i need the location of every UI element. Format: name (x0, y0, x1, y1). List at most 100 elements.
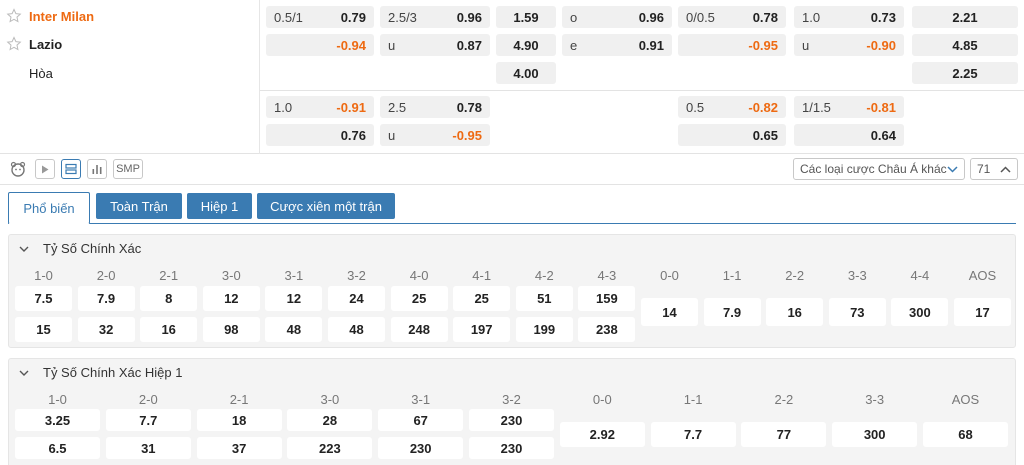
h1-handicap-away-cell[interactable]: -0.95 (678, 34, 786, 56)
tab-popular[interactable]: Phổ biến (8, 192, 90, 224)
1x2-home-cell[interactable]: 1.59 (496, 6, 556, 28)
over-under-under-cell[interactable]: u 0.87 (380, 34, 490, 56)
score-odds-cell[interactable]: 7.9 (77, 286, 135, 311)
star-icon[interactable] (6, 8, 22, 24)
score-odds-cell[interactable]: 14 (641, 298, 698, 326)
h1-under-cell[interactable]: u -0.90 (794, 34, 904, 56)
handicap-line: 0.5 (686, 99, 705, 115)
score-odds-cell[interactable]: 159 (578, 286, 636, 311)
odds-value: -0.81 (866, 99, 896, 115)
smp-button[interactable]: SMP (113, 159, 143, 179)
score-odds-cell[interactable]: 300 (891, 298, 949, 326)
score-odds-cell[interactable]: 48 (265, 317, 323, 342)
score-odds-cell[interactable]: 238 (578, 317, 636, 342)
chevron-down-icon (19, 246, 29, 252)
score-odds-cell[interactable]: 7.5 (15, 286, 72, 311)
alt-h1-handicap-home-cell[interactable]: 0.5 -0.82 (678, 96, 786, 118)
h1-handicap-home-cell[interactable]: 0/0.5 0.78 (678, 6, 786, 28)
home-team-name[interactable]: Inter Milan (29, 9, 94, 24)
score-odds-cell[interactable]: 7.7 (105, 409, 191, 431)
score-odds-cell[interactable]: 230 (378, 437, 464, 459)
score-odds-cell[interactable]: 7.7 (650, 422, 736, 447)
alt-h1-handicap-away-cell[interactable]: 0.65 (678, 124, 786, 146)
play-button[interactable] (35, 159, 55, 179)
stats-button[interactable] (87, 159, 107, 179)
star-icon[interactable] (6, 36, 22, 52)
odds-value: -0.91 (336, 99, 366, 115)
alt-h1-over-cell[interactable]: 1/1.5 -0.81 (794, 96, 904, 118)
list-view-button[interactable] (61, 159, 81, 179)
tab-full-match[interactable]: Toàn Trận (96, 193, 182, 219)
odd-even-odd-cell[interactable]: o 0.96 (562, 6, 672, 28)
correct-score-h1-section: Tỷ Số Chính Xác Hiệp 1 1-0 3.25 6.5 2-0 7.7 3… (8, 358, 1016, 465)
score-odds-cell[interactable]: 12 (202, 286, 260, 311)
over-under-over-cell[interactable]: 2.5/3 0.96 (380, 6, 490, 28)
score-odds-cell[interactable]: 68 (923, 422, 1008, 447)
score-odds-cell[interactable]: 25 (453, 286, 511, 311)
h1-1x2-draw-cell[interactable]: 2.25 (912, 62, 1018, 84)
score-odds-cell[interactable]: 37 (196, 437, 282, 459)
tab-same-game-parlay[interactable]: Cược xiên một trận (257, 193, 395, 219)
score-odds-cell[interactable]: 16 (140, 317, 198, 342)
score-label: 3-2 (347, 267, 366, 283)
odd-even-even-cell[interactable]: e 0.91 (562, 34, 672, 56)
score-odds-cell[interactable]: 48 (328, 317, 385, 342)
score-odds-cell[interactable]: 230 (469, 409, 554, 431)
score-odds-cell[interactable]: 32 (77, 317, 135, 342)
handicap-away-cell[interactable]: -0.94 (266, 34, 374, 56)
score-odds-cell[interactable]: 98 (202, 317, 260, 342)
score-odds-cell[interactable]: 12 (265, 286, 323, 311)
score-odds-cell[interactable]: 67 (378, 409, 464, 431)
score-odds-cell[interactable]: 6.5 (15, 437, 100, 459)
score-odds-cell[interactable]: 25 (390, 286, 448, 311)
score-odds-cell[interactable]: 230 (469, 437, 554, 459)
section-header[interactable]: Tỷ Số Chính Xác (19, 241, 141, 256)
score-odds-cell[interactable]: 17 (954, 298, 1011, 326)
score-label: 4-0 (409, 267, 429, 283)
score-odds-cell[interactable]: 223 (287, 437, 373, 459)
odds-value: 0.79 (340, 9, 366, 25)
score-odds-cell[interactable]: 28 (287, 409, 373, 431)
score-odds-cell[interactable]: 7.9 (703, 298, 761, 326)
score-odds-cell[interactable]: 300 (832, 422, 918, 447)
1x2-away-cell[interactable]: 4.90 (496, 34, 556, 56)
alt-handicap-home-cell[interactable]: 1.0 -0.91 (266, 96, 374, 118)
market-tabs: Phổ biến Toàn Trận Hiệp 1 Cược xiên một … (0, 186, 1024, 224)
market-count-toggle[interactable]: 71 (970, 158, 1018, 180)
alt-over-cell[interactable]: 2.5 0.78 (380, 96, 490, 118)
score-odds-cell[interactable]: 2.92 (559, 422, 645, 447)
h1-over-cell[interactable]: 1.0 0.73 (794, 6, 904, 28)
score-odds-cell[interactable]: 31 (105, 437, 191, 459)
score-odds-cell[interactable]: 8 (140, 286, 198, 311)
market-type-select[interactable]: Các loại cược Châu Á khác (793, 158, 965, 180)
chevron-down-icon (947, 165, 958, 173)
away-team-name[interactable]: Lazio (29, 37, 62, 52)
score-odds-cell[interactable]: 248 (390, 317, 448, 342)
score-odds-cell[interactable]: 51 (515, 286, 573, 311)
odds-value: 2.25 (952, 65, 978, 81)
score-odds-cell[interactable]: 16 (766, 298, 824, 326)
mascot-icon[interactable] (9, 160, 27, 178)
handicap-home-cell[interactable]: 0.5/1 0.79 (266, 6, 374, 28)
toolbar: SMP Các loại cược Châu Á khác 71 (0, 155, 1024, 185)
alt-handicap-away-cell[interactable]: 0.76 (266, 124, 374, 146)
alt-under-cell[interactable]: u -0.95 (380, 124, 490, 146)
score-odds-cell[interactable]: 3.25 (15, 409, 100, 431)
score-odds-cell[interactable]: 18 (196, 409, 282, 431)
score-odds-cell[interactable]: 24 (328, 286, 385, 311)
score-odds-cell[interactable]: 197 (453, 317, 511, 342)
h1-1x2-home-cell[interactable]: 2.21 (912, 6, 1018, 28)
1x2-draw-cell[interactable]: 4.00 (496, 62, 556, 84)
correct-score-section: Tỷ Số Chính Xác 1-0 7.5 15 2-0 7.9 32 2-1 8 16 3-… (8, 234, 1016, 348)
h1-1x2-away-cell[interactable]: 4.85 (912, 34, 1018, 56)
tab-first-half[interactable]: Hiệp 1 (187, 193, 252, 219)
score-odds-cell[interactable]: 15 (15, 317, 72, 342)
score-odds-cell[interactable]: 77 (741, 422, 827, 447)
section-header[interactable]: Tỷ Số Chính Xác Hiệp 1 (19, 365, 182, 380)
odds-value: 0.76 (340, 127, 366, 143)
smp-label: SMP (116, 163, 140, 175)
score-odds-cell[interactable]: 73 (828, 298, 886, 326)
score-label: AOS (968, 267, 997, 283)
score-odds-cell[interactable]: 199 (515, 317, 573, 342)
alt-h1-under-cell[interactable]: 0.64 (794, 124, 904, 146)
